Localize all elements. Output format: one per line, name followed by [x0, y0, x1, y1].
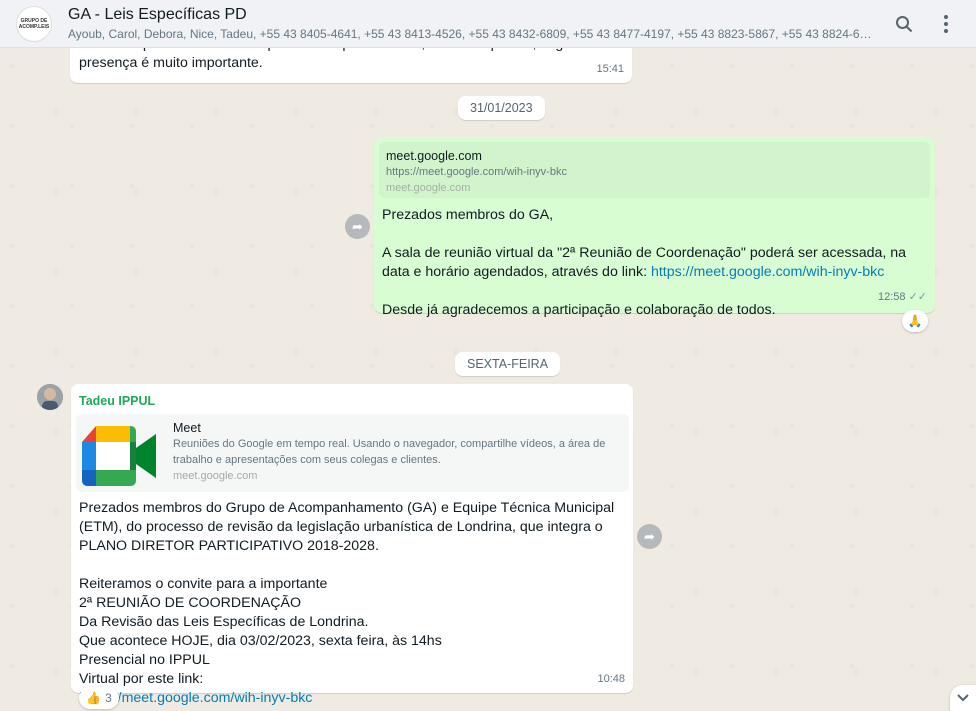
group-avatar[interactable]: GRUPO DE ACOMP.LEIS [16, 5, 52, 42]
message-line: A sala de reunião virtual da "2ª Reunião… [382, 245, 907, 280]
group-members: Ayoub, Carol, Debora, Nice, Tadeu, +55 4… [68, 27, 873, 41]
message-time: 12:58 ✓✓ [877, 291, 927, 303]
message-line: Da Revisão das Leis Específicas de Londr… [79, 614, 369, 630]
message-line: Prezados membros do Grupo de Acompanhame… [79, 500, 615, 554]
forward-icon[interactable]: ➦ [345, 214, 370, 239]
link-preview-desc: Reuniões do Google em tempo real. Usando… [173, 438, 606, 466]
message-line: Presencial no IPPUL [79, 652, 210, 668]
chat-header[interactable]: GRUPO DE ACOMP.LEIS GA - Leis Específica… [0, 0, 976, 48]
forward-icon[interactable]: ➦ [637, 524, 662, 549]
message-reaction[interactable]: 🙏 [902, 310, 928, 332]
message-line: Virtual por este link: [79, 671, 204, 687]
message-bubble-incoming[interactable]: Tadeu IPPUL Meet Reuniões do Google em t… [71, 384, 633, 706]
message-line: 2ª REUNIÃO DE COORDENAÇÃO [79, 595, 302, 611]
thumbs-up-emoji-icon: 👍 [86, 691, 102, 705]
message-body: Prezados membros do Grupo de Acompanhame… [79, 499, 619, 708]
message-line: Prezados membros do GA, [382, 207, 554, 223]
message-time: 15:41 [596, 63, 624, 75]
link-preview-domain: meet.google.com [386, 182, 471, 194]
pray-emoji-icon: 🙏 [907, 314, 923, 328]
date-chip: SEXTA-FEIRA [455, 352, 561, 376]
message-list[interactable]: Prezados parceiros deste Grupo de Acompa… [0, 36, 976, 711]
message-line: Reiteramos o convite para a importante [79, 576, 328, 592]
link-preview-title: Meet [173, 421, 201, 435]
chevron-down-icon [957, 694, 969, 702]
sender-name: Tadeu IPPUL [79, 394, 156, 408]
meeting-link[interactable]: https://meet.google.com/wih-inyv-bkc [651, 264, 884, 280]
message-line: Desde já agradecemos a participação e co… [382, 302, 776, 318]
message-line: Que acontece HOJE, dia 03/02/2023, sexta… [79, 633, 442, 649]
sender-avatar[interactable] [37, 384, 63, 410]
message-reaction[interactable]: 👍 3 [79, 687, 119, 709]
message-bubble-outgoing[interactable]: meet.google.com https://meet.google.com/… [374, 137, 935, 318]
kebab-menu-icon[interactable] [928, 6, 964, 42]
group-title: GA - Leis Específicas PD [68, 6, 247, 23]
link-preview-title: meet.google.com [386, 149, 482, 163]
scroll-down-button[interactable] [950, 685, 976, 711]
google-meet-logo-icon [82, 426, 156, 486]
link-preview-domain: meet.google.com [173, 470, 258, 482]
date-chip: 31/01/2023 [458, 96, 545, 120]
message-body: Prezados membros do GA, A sala de reuniã… [382, 206, 922, 320]
message-time: 10:48 [597, 673, 625, 685]
reaction-count: 3 [105, 691, 112, 705]
link-preview-url: https://meet.google.com/wih-inyv-bkc [386, 166, 567, 178]
read-ticks-icon: ✓✓ [908, 291, 927, 303]
search-icon[interactable] [886, 6, 922, 42]
link-preview[interactable]: meet.google.com https://meet.google.com/… [379, 142, 930, 198]
link-preview[interactable]: Meet Reuniões do Google em tempo real. U… [76, 414, 629, 492]
group-info[interactable]: GA - Leis Específicas PD Ayoub, Carol, D… [68, 5, 880, 42]
meeting-link[interactable]: https://meet.google.com/wih-inyv-bkc [79, 689, 619, 708]
